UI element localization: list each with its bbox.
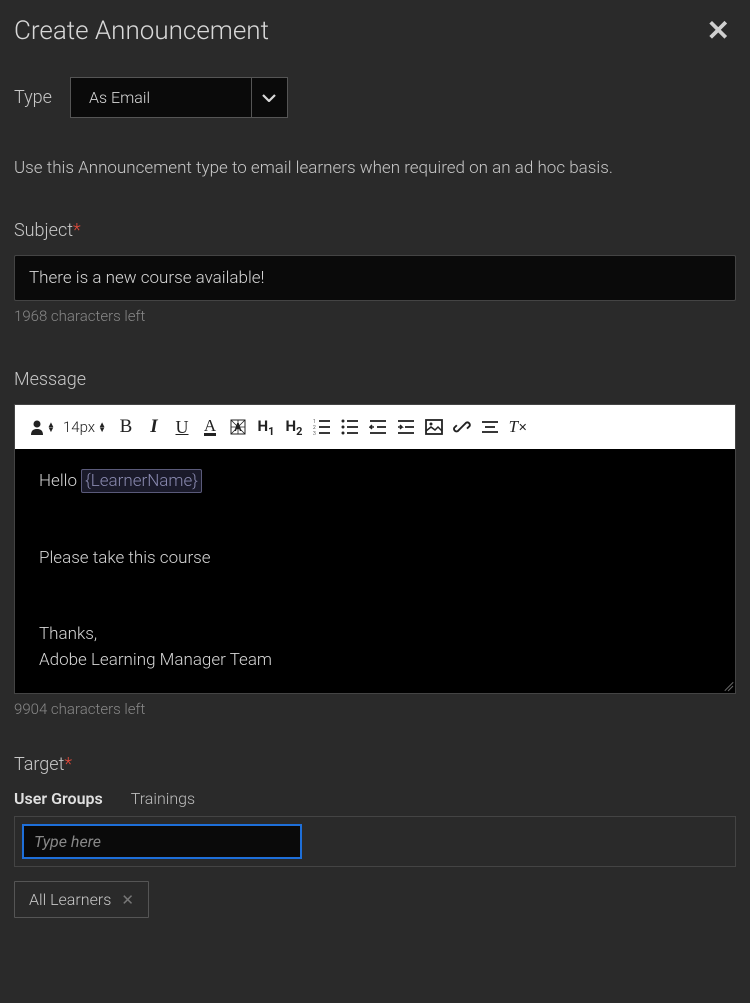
- close-icon: ✕: [707, 14, 730, 47]
- target-input[interactable]: [22, 824, 302, 859]
- bold-button[interactable]: B: [114, 415, 138, 439]
- underline-button[interactable]: U: [170, 415, 194, 439]
- type-label: Type: [14, 87, 52, 108]
- message-greeting: Hello: [39, 471, 81, 491]
- chip-label: All Learners: [29, 890, 111, 909]
- heading1-button[interactable]: H1: [254, 415, 278, 439]
- message-signoff2: Adobe Learning Manager Team: [39, 648, 711, 674]
- tab-trainings[interactable]: Trainings: [131, 789, 195, 808]
- user-icon[interactable]: ▲▼: [29, 415, 55, 439]
- required-asterisk: *: [64, 754, 72, 775]
- type-select[interactable]: As Email: [70, 77, 288, 118]
- svg-text:A: A: [234, 421, 242, 434]
- image-button[interactable]: [422, 415, 446, 439]
- message-signoff1: Thanks,: [39, 622, 711, 648]
- highlight-button[interactable]: A: [226, 415, 250, 439]
- font-color-button[interactable]: A: [198, 415, 222, 439]
- message-line2: Please take this course: [39, 546, 711, 572]
- indent-button[interactable]: [394, 415, 418, 439]
- target-input-container: [14, 816, 736, 867]
- link-button[interactable]: [450, 415, 474, 439]
- chip-remove-icon[interactable]: ✕: [121, 891, 134, 909]
- font-size-select[interactable]: 14px ▲▼: [63, 418, 106, 436]
- chip-all-learners[interactable]: All Learners ✕: [14, 881, 149, 918]
- tab-user-groups[interactable]: User Groups: [14, 789, 103, 808]
- modal-title: Create Announcement: [14, 16, 269, 46]
- target-label: Target*: [14, 754, 736, 775]
- resize-handle[interactable]: [721, 679, 733, 691]
- close-button[interactable]: ✕: [701, 14, 736, 47]
- align-button[interactable]: [478, 415, 502, 439]
- editor-body[interactable]: Hello {LearnerName} Please take this cou…: [15, 449, 735, 693]
- svg-text:3: 3: [313, 431, 316, 435]
- subject-chars-left: 1968 characters left: [14, 307, 736, 325]
- chevron-down-icon: [251, 78, 287, 117]
- type-select-value: As Email: [71, 78, 251, 117]
- message-label: Message: [14, 369, 736, 390]
- learner-name-token[interactable]: {LearnerName}: [81, 469, 202, 493]
- numbered-list-button[interactable]: 123: [310, 415, 334, 439]
- clear-format-button[interactable]: T✕: [506, 415, 530, 439]
- rich-text-editor: ▲▼ 14px ▲▼ B I U A A H1 H2 123: [14, 404, 736, 694]
- required-asterisk: *: [73, 220, 81, 241]
- italic-button[interactable]: I: [142, 415, 166, 439]
- heading2-button[interactable]: H2: [282, 415, 306, 439]
- outdent-button[interactable]: [366, 415, 390, 439]
- type-description: Use this Announcement type to email lear…: [14, 158, 736, 178]
- bullet-list-button[interactable]: [338, 415, 362, 439]
- subject-label: Subject*: [14, 220, 736, 241]
- subject-input[interactable]: [14, 255, 736, 301]
- editor-toolbar: ▲▼ 14px ▲▼ B I U A A H1 H2 123: [15, 405, 735, 449]
- message-chars-left: 9904 characters left: [14, 700, 736, 718]
